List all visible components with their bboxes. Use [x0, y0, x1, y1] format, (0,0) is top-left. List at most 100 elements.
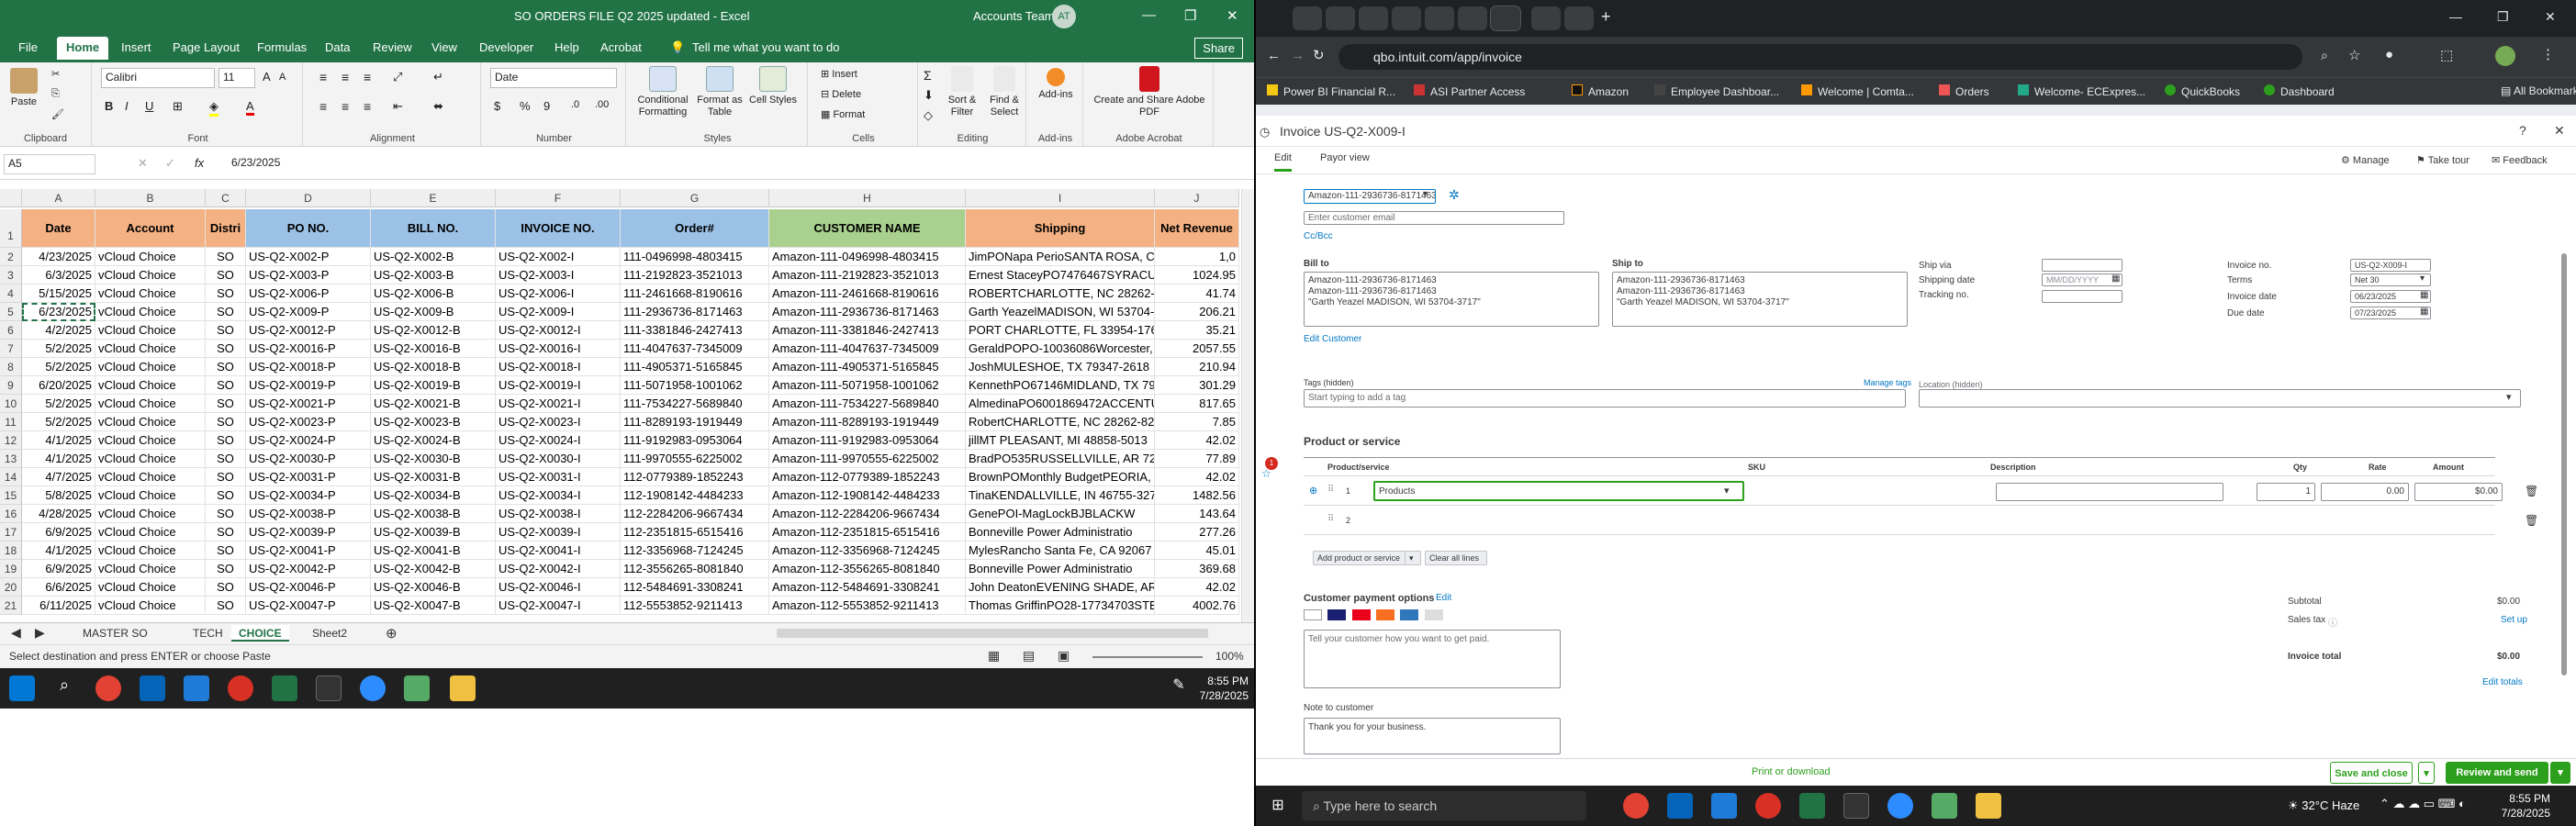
header-cell[interactable]: Date: [22, 209, 95, 248]
browser-tab[interactable]: [1564, 6, 1594, 30]
italic-icon[interactable]: I: [125, 99, 129, 113]
row-header[interactable]: 15: [0, 486, 22, 505]
calendar-icon[interactable]: ▦: [2420, 290, 2428, 300]
outlook-icon[interactable]: [1667, 793, 1693, 819]
sheet-tab-tech[interactable]: TECH: [193, 627, 223, 640]
increase-font-icon[interactable]: A: [263, 70, 271, 84]
table-cell[interactable]: 112-1908142-4484233: [621, 486, 769, 505]
invoice-no-input[interactable]: US-Q2-X009-I: [2350, 259, 2431, 272]
table-cell[interactable]: Bonneville Power Administratio: [966, 560, 1155, 578]
row-header[interactable]: 1: [0, 209, 22, 248]
payor-view-tab[interactable]: Payor view: [1320, 152, 1370, 163]
cut-icon[interactable]: ✂: [51, 68, 60, 80]
calendar-icon[interactable]: ▦: [2420, 307, 2428, 317]
currency-icon[interactable]: $: [494, 99, 500, 113]
table-cell[interactable]: SO: [206, 303, 246, 321]
cell-styles-button[interactable]: Cell Styles: [747, 66, 799, 106]
new-tab-icon[interactable]: +: [1601, 7, 1611, 27]
table-cell[interactable]: 4/1/2025: [22, 541, 95, 560]
table-cell[interactable]: vCloud Choice: [95, 431, 206, 450]
table-cell[interactable]: US-Q2-X0031-I: [496, 468, 621, 486]
table-cell[interactable]: 5/8/2025: [22, 486, 95, 505]
minimize-icon[interactable]: —: [2449, 9, 2462, 24]
prev-sheet-icon[interactable]: ◀: [11, 625, 21, 641]
payment-instructions-input[interactable]: Tell your customer how you want to get p…: [1304, 630, 1561, 688]
description-input[interactable]: [1996, 483, 2223, 501]
tab-page-layout[interactable]: Page Layout: [173, 40, 240, 54]
ship-to-address[interactable]: Amazon-111-2936736-8171463 Amazon-111-29…: [1612, 272, 1908, 327]
tab-formulas[interactable]: Formulas: [257, 40, 307, 54]
send-menu-icon[interactable]: ▾: [2550, 762, 2570, 784]
clear-lines-button[interactable]: Clear all lines: [1425, 551, 1487, 565]
drag-handle-icon[interactable]: ⠿: [1327, 485, 1334, 495]
edit-totals-link[interactable]: Edit totals: [2482, 677, 2523, 687]
formula-input[interactable]: 6/23/2025: [228, 154, 1245, 174]
table-cell[interactable]: US-Q2-X0030-B: [371, 450, 496, 468]
ship-via-input[interactable]: [2042, 259, 2122, 272]
row-header[interactable]: 16: [0, 505, 22, 523]
insert-cells-button[interactable]: ⊞ Insert: [821, 68, 857, 80]
bookmark-quickbooks[interactable]: QuickBooks: [2165, 84, 2240, 98]
table-cell[interactable]: US-Q2-X0031-B: [371, 468, 496, 486]
table-cell[interactable]: US-Q2-X009-P: [246, 303, 371, 321]
chevron-down-icon[interactable]: ▾: [2420, 273, 2425, 284]
table-cell[interactable]: US-Q2-X0024-P: [246, 431, 371, 450]
table-cell[interactable]: vCloud Choice: [95, 321, 206, 340]
decrease-decimal-icon[interactable]: .00: [595, 99, 609, 110]
invoice-date-input[interactable]: 06/23/2025: [2350, 290, 2431, 303]
indent-icon[interactable]: ⇤: [393, 99, 403, 114]
table-cell[interactable]: US-Q2-X0041-P: [246, 541, 371, 560]
save-menu-icon[interactable]: ▾: [2418, 762, 2435, 784]
format-cells-button[interactable]: ▦ Format: [821, 108, 865, 120]
table-cell[interactable]: 143.64: [1155, 505, 1239, 523]
table-cell[interactable]: US-Q2-X006-P: [246, 285, 371, 303]
table-cell[interactable]: Amazon-112-5484691-3308241: [769, 578, 966, 597]
vertical-scrollbar[interactable]: [1241, 189, 1254, 622]
table-cell[interactable]: vCloud Choice: [95, 523, 206, 541]
table-cell[interactable]: SO: [206, 450, 246, 468]
vertical-scrollbar[interactable]: [2561, 253, 2567, 675]
table-cell[interactable]: 112-5553852-9211413: [621, 597, 769, 615]
table-cell[interactable]: SO: [206, 358, 246, 376]
tab-acrobat[interactable]: Acrobat: [600, 40, 642, 54]
table-cell[interactable]: 111-8289193-1919449: [621, 413, 769, 431]
chrome-profile-icon[interactable]: [1755, 793, 1781, 819]
excel-icon[interactable]: [1799, 793, 1825, 819]
table-cell[interactable]: US-Q2-X006-B: [371, 285, 496, 303]
table-cell[interactable]: US-Q2-X0021-B: [371, 395, 496, 413]
table-cell[interactable]: 111-2461668-8190616: [621, 285, 769, 303]
table-cell[interactable]: 4/28/2025: [22, 505, 95, 523]
table-cell[interactable]: US-Q2-X0039-I: [496, 523, 621, 541]
orientation-icon[interactable]: ⤢: [393, 70, 402, 84]
extension-icon[interactable]: ●: [2385, 47, 2393, 62]
note-input[interactable]: Thank you for your business.: [1304, 718, 1561, 754]
tab-file[interactable]: File: [18, 40, 38, 54]
bookmark-asi[interactable]: ASI Partner Access: [1414, 84, 1525, 98]
drag-handle-icon[interactable]: ⠿: [1327, 514, 1334, 524]
maximize-icon[interactable]: ❐: [1184, 7, 1196, 24]
table-cell[interactable]: SO: [206, 486, 246, 505]
table-cell[interactable]: Amazon-111-2192823-3521013: [769, 266, 966, 285]
table-cell[interactable]: SO: [206, 321, 246, 340]
table-cell[interactable]: SO: [206, 505, 246, 523]
table-cell[interactable]: Amazon-112-2284206-9667434: [769, 505, 966, 523]
table-cell[interactable]: Amazon-111-4905371-5165845: [769, 358, 966, 376]
table-cell[interactable]: SO: [206, 541, 246, 560]
table-cell[interactable]: JoshMULESHOE, TX 79347-2618: [966, 358, 1155, 376]
table-cell[interactable]: 1,0: [1155, 248, 1239, 266]
table-cell[interactable]: Garth YeazelMADISON, WI 53704-: [966, 303, 1155, 321]
table-cell[interactable]: US-Q2-X002-I: [496, 248, 621, 266]
zoom-lens-icon[interactable]: ⌕: [2321, 48, 2328, 63]
table-cell[interactable]: 369.68: [1155, 560, 1239, 578]
table-cell[interactable]: US-Q2-X0042-P: [246, 560, 371, 578]
chevron-down-icon[interactable]: ▾: [2506, 391, 2512, 403]
zoom-icon[interactable]: [360, 675, 386, 701]
decrease-font-icon[interactable]: A: [279, 72, 286, 83]
table-cell[interactable]: SO: [206, 340, 246, 358]
row-header[interactable]: 3: [0, 266, 22, 285]
bookmark-power-bi[interactable]: Power BI Financial R...: [1267, 84, 1395, 98]
trash-icon[interactable]: 🗑: [2525, 485, 2538, 497]
cc-bcc-link[interactable]: Cc/Bcc: [1304, 231, 1333, 241]
table-cell[interactable]: 817.65: [1155, 395, 1239, 413]
table-cell[interactable]: 7.85: [1155, 413, 1239, 431]
